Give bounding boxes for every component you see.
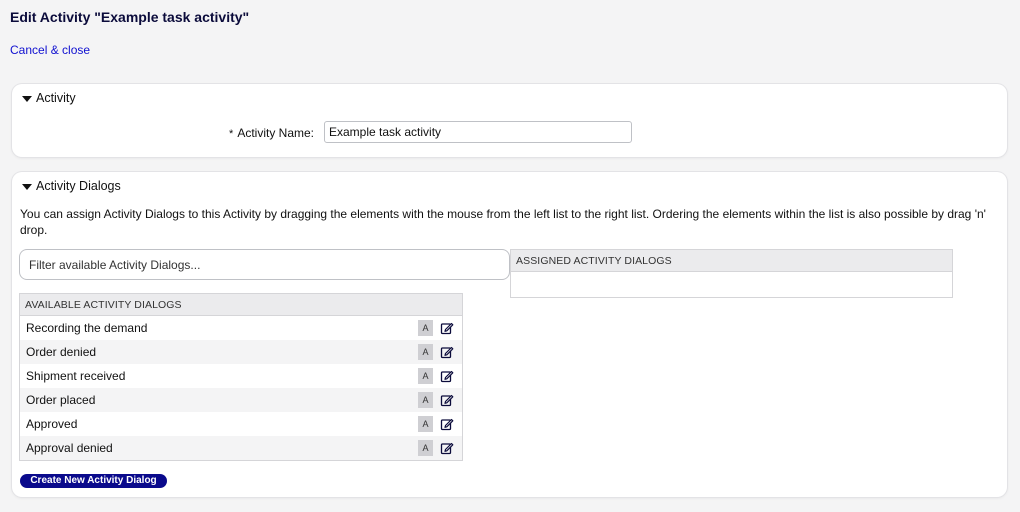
activity-name-label-text: Activity Name:	[237, 126, 314, 140]
filter-dialogs-input[interactable]	[19, 249, 510, 280]
list-item-label: Approved	[26, 417, 78, 431]
edit-icon[interactable]	[440, 369, 454, 383]
required-mark: *	[229, 128, 234, 140]
activity-name-row: * Activity Name:	[12, 121, 1007, 143]
interface-badge: A	[418, 344, 433, 360]
interface-badge: A	[418, 368, 433, 384]
activity-dialogs-card: Activity Dialogs You can assign Activity…	[12, 172, 1007, 497]
list-item[interactable]: Shipment received A	[20, 364, 462, 388]
edit-icon[interactable]	[440, 417, 454, 431]
activity-card: Activity * Activity Name:	[12, 84, 1007, 157]
assigned-dialogs-list[interactable]: ASSIGNED ACTIVITY DIALOGS	[510, 249, 953, 298]
activity-dialogs-description: You can assign Activity Dialogs to this …	[20, 207, 986, 237]
list-item-label: Shipment received	[26, 369, 126, 383]
interface-badge: A	[418, 416, 433, 432]
triangle-down-icon	[22, 95, 32, 102]
cancel-close-link[interactable]: Cancel & close	[10, 43, 90, 57]
assigned-dialogs-header: ASSIGNED ACTIVITY DIALOGS	[511, 250, 952, 272]
available-dialogs-header: AVAILABLE ACTIVITY DIALOGS	[20, 294, 462, 316]
list-item[interactable]: Approval denied A	[20, 436, 462, 460]
list-item[interactable]: Recording the demand A	[20, 316, 462, 340]
list-item-label: Recording the demand	[26, 321, 148, 335]
list-item-label: Order placed	[26, 393, 96, 407]
list-item-label: Approval denied	[26, 441, 113, 455]
activity-name-input[interactable]	[324, 121, 632, 143]
activity-section-title: Activity	[36, 91, 76, 105]
page-title: Edit Activity "Example task activity"	[10, 9, 250, 25]
interface-badge: A	[418, 440, 433, 456]
list-item[interactable]: Approved A	[20, 412, 462, 436]
edit-icon[interactable]	[440, 321, 454, 335]
list-item[interactable]: Order placed A	[20, 388, 462, 412]
edit-icon[interactable]	[440, 441, 454, 455]
activity-name-label: * Activity Name:	[229, 126, 314, 140]
available-dialogs-list: AVAILABLE ACTIVITY DIALOGS Recording the…	[19, 293, 463, 461]
edit-icon[interactable]	[440, 345, 454, 359]
interface-badge: A	[418, 392, 433, 408]
triangle-down-icon	[22, 183, 32, 190]
create-new-activity-dialog-button[interactable]: Create New Activity Dialog	[20, 474, 167, 488]
interface-badge: A	[418, 320, 433, 336]
edit-icon[interactable]	[440, 393, 454, 407]
activity-dialogs-section-toggle[interactable]: Activity Dialogs	[22, 179, 121, 193]
activity-section-toggle[interactable]: Activity	[22, 91, 76, 105]
list-item[interactable]: Order denied A	[20, 340, 462, 364]
activity-dialogs-section-title: Activity Dialogs	[36, 179, 121, 193]
list-item-label: Order denied	[26, 345, 97, 359]
